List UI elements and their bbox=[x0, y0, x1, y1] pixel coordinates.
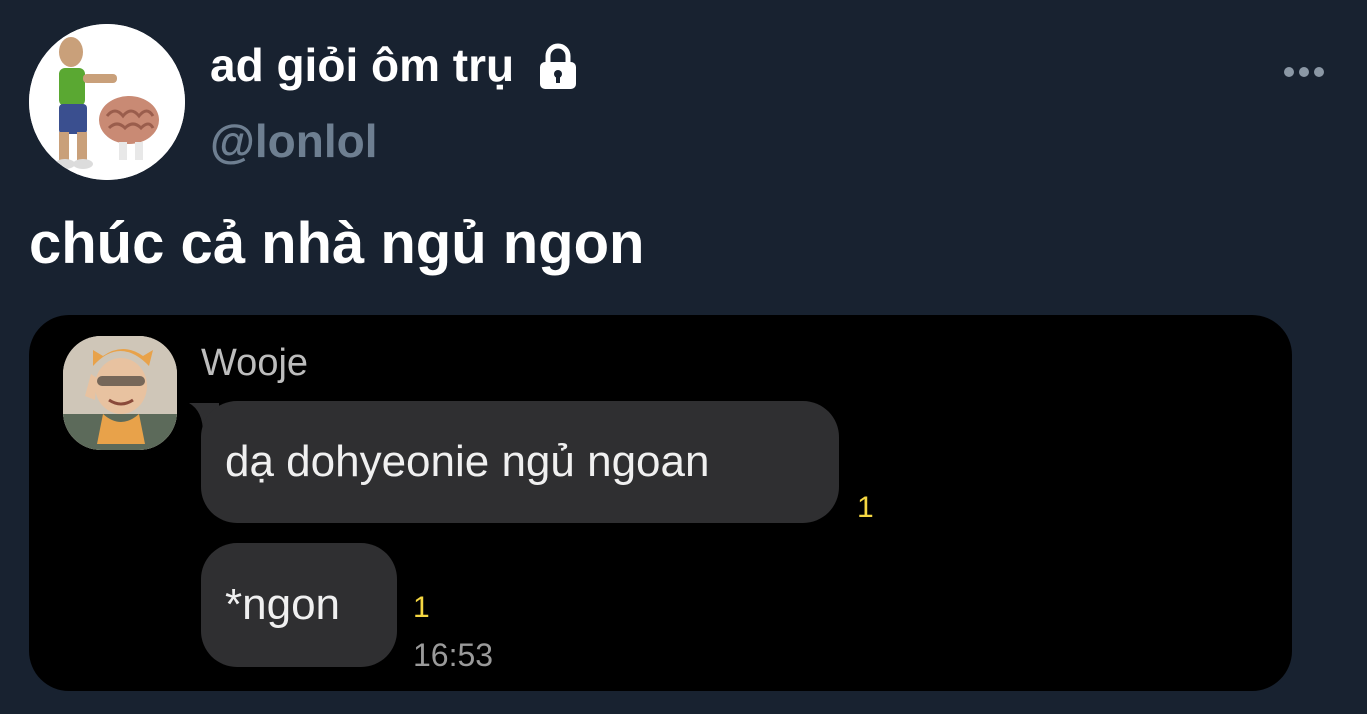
chat-message-text: *ngon bbox=[225, 580, 341, 629]
chat-sender-name: Wooje bbox=[201, 342, 309, 384]
message-timestamp: 16:53 bbox=[413, 637, 494, 673]
avatar-illustration bbox=[29, 24, 185, 180]
chat-message-bubble: dạ dohyeonie ngủ ngoan bbox=[201, 401, 839, 523]
display-name-text: ad giỏi ôm trụ bbox=[210, 39, 515, 91]
chat-message-bubble: *ngon bbox=[201, 543, 397, 667]
author-handle[interactable]: @lonlol bbox=[210, 114, 378, 168]
more-horizontal-icon[interactable] bbox=[1283, 64, 1325, 80]
author-display-name[interactable]: ad giỏi ôm trụ bbox=[210, 38, 580, 92]
unread-count: 1 bbox=[413, 591, 430, 624]
chat-message-text: dạ dohyeonie ngủ ngoan bbox=[225, 437, 710, 486]
tweet: ad giỏi ôm trụ @lonlol chúc cả nhà ngủ n… bbox=[0, 0, 1367, 714]
author-avatar[interactable] bbox=[29, 24, 185, 180]
unread-count: 1 bbox=[857, 491, 874, 524]
tweet-text: chúc cả nhà ngủ ngon bbox=[29, 211, 645, 276]
lock-icon bbox=[536, 43, 580, 91]
chat-sender-avatar bbox=[63, 336, 177, 450]
tweet-media-image[interactable]: Wooje dạ dohyeonie ngủ ngoan 1 *ngon 1 1… bbox=[29, 315, 1292, 691]
